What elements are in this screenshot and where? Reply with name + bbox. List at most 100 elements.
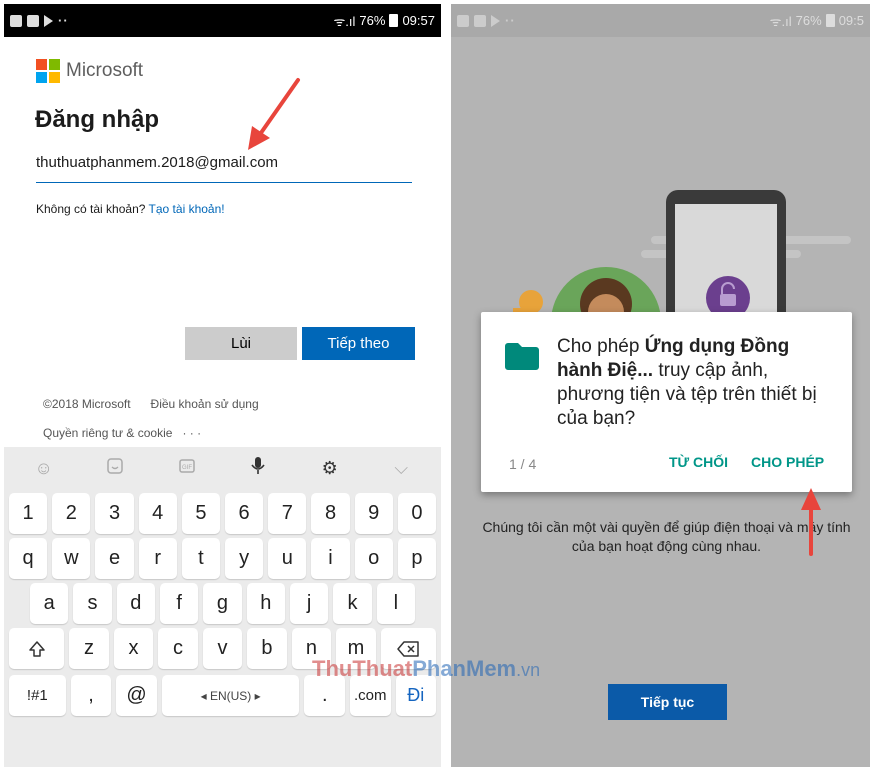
key[interactable]: 5 bbox=[181, 493, 221, 534]
more-options-button[interactable]: · · · bbox=[182, 426, 201, 440]
page-title: Đăng nhập bbox=[35, 106, 159, 133]
chevron-down-icon[interactable]: ⌵ bbox=[386, 458, 416, 479]
key[interactable]: 3 bbox=[95, 493, 134, 534]
microsoft-squares-icon bbox=[36, 59, 60, 83]
key[interactable]: n bbox=[291, 628, 332, 669]
shift-key[interactable] bbox=[9, 628, 65, 669]
microsoft-logo: Microsoft bbox=[36, 59, 143, 83]
settings-icon[interactable]: ⚙ bbox=[315, 458, 345, 479]
key[interactable]: m bbox=[336, 628, 376, 669]
key[interactable]: 2 bbox=[52, 493, 91, 534]
status-bar: ·· ᯤ.ıl 76% 09:57 bbox=[4, 4, 441, 37]
gallery-notification-icon bbox=[457, 14, 469, 27]
continue-button[interactable]: Tiếp tục bbox=[608, 684, 727, 720]
key[interactable]: t bbox=[181, 538, 221, 579]
key[interactable]: 9 bbox=[354, 493, 393, 534]
key[interactable]: b bbox=[247, 628, 287, 669]
microphone-icon[interactable] bbox=[243, 456, 273, 481]
copyright: ©2018 Microsoft bbox=[43, 397, 131, 411]
go-key[interactable]: Đi bbox=[395, 675, 437, 716]
battery-percent: 76% bbox=[359, 13, 386, 28]
key[interactable]: l bbox=[376, 583, 415, 624]
no-account-row: Không có tài khoản? Tạo tài khoản! bbox=[36, 202, 225, 216]
back-button[interactable]: Lùi bbox=[185, 327, 297, 360]
clock: 09:57 bbox=[402, 13, 435, 28]
dotcom-key[interactable]: .com bbox=[350, 675, 391, 716]
key[interactable]: y bbox=[225, 538, 264, 579]
permission-message: Cho phép Ứng dụng Đồng hành Điệ... truy … bbox=[557, 336, 817, 429]
sticker-icon[interactable] bbox=[100, 457, 130, 480]
right-phone-screen: ·· ᯤ.ıl 76% 09:5 Cho phép Ứng dụng Đồng … bbox=[451, 4, 870, 767]
keyboard-row-2: a s d f g h j k l bbox=[4, 583, 441, 624]
brand-name: Microsoft bbox=[66, 60, 144, 81]
key[interactable]: s bbox=[73, 583, 112, 624]
allow-button[interactable]: CHO PHÉP bbox=[751, 454, 824, 470]
footer-row-1: ©2018 Microsoft Điều khoản sử dụng bbox=[43, 397, 259, 411]
gallery-notification-icon bbox=[10, 14, 22, 27]
permission-dialog: Cho phép Ứng dụng Đồng hành Điệ... truy … bbox=[481, 312, 852, 492]
key[interactable]: q bbox=[9, 538, 48, 579]
keyboard-toolbar: ☺ GIF ⚙ ⌵ bbox=[4, 447, 441, 489]
period-key[interactable]: . bbox=[304, 675, 345, 716]
battery-icon bbox=[389, 14, 399, 27]
folder-icon bbox=[505, 343, 539, 370]
key[interactable]: k bbox=[333, 583, 372, 624]
privacy-link[interactable]: Quyền riêng tư & cookie bbox=[43, 426, 172, 440]
key[interactable]: c bbox=[158, 628, 198, 669]
battery-percent: 76% bbox=[795, 13, 822, 28]
backspace-icon bbox=[397, 640, 420, 657]
keyboard-row-3: z x c v b n m bbox=[4, 628, 441, 669]
key[interactable]: w bbox=[52, 538, 91, 579]
key[interactable]: h bbox=[246, 583, 285, 624]
key[interactable]: 0 bbox=[397, 493, 437, 534]
keyboard-row-numbers: 1 2 3 4 5 6 7 8 9 0 bbox=[4, 493, 441, 534]
key[interactable]: p bbox=[397, 538, 437, 579]
flipboard-notification-icon bbox=[27, 14, 39, 27]
no-account-text: Không có tài khoản? bbox=[36, 202, 149, 216]
key[interactable]: g bbox=[203, 583, 242, 624]
key[interactable]: z bbox=[69, 628, 109, 669]
keyboard-row-1: q w e r t y u i o p bbox=[4, 538, 441, 579]
key[interactable]: a bbox=[30, 583, 69, 624]
gif-icon[interactable]: GIF bbox=[172, 457, 202, 480]
on-screen-keyboard: ☺ GIF ⚙ ⌵ 1 2 3 4 5 6 7 8 9 0 q w e r t … bbox=[4, 447, 441, 767]
key[interactable]: 8 bbox=[311, 493, 350, 534]
key[interactable]: 4 bbox=[138, 493, 177, 534]
symbols-key[interactable]: !#1 bbox=[9, 675, 66, 716]
key[interactable]: f bbox=[159, 583, 199, 624]
key[interactable]: r bbox=[138, 538, 177, 579]
status-bar: ·· ᯤ.ıl 76% 09:5 bbox=[451, 4, 870, 37]
emoji-icon[interactable]: ☺ bbox=[29, 458, 59, 479]
key[interactable]: i bbox=[311, 538, 350, 579]
comma-key[interactable]: , bbox=[70, 675, 112, 716]
shift-icon bbox=[28, 640, 45, 657]
svg-text:GIF: GIF bbox=[182, 465, 192, 471]
more-notifications-icon: ·· bbox=[58, 13, 69, 28]
permission-description: Chúng tôi cần một vài quyền để giúp điện… bbox=[482, 519, 851, 554]
deny-button[interactable]: TỪ CHỐI bbox=[669, 454, 728, 470]
key[interactable]: o bbox=[354, 538, 393, 579]
key[interactable]: x bbox=[113, 628, 154, 669]
flipboard-notification-icon bbox=[474, 14, 486, 27]
key[interactable]: e bbox=[95, 538, 134, 579]
terms-link[interactable]: Điều khoản sử dụng bbox=[151, 397, 259, 411]
play-notification-icon bbox=[491, 14, 500, 27]
key[interactable]: u bbox=[268, 538, 307, 579]
create-account-link[interactable]: Tạo tài khoản! bbox=[149, 202, 225, 216]
key[interactable]: 1 bbox=[9, 493, 48, 534]
key[interactable]: 6 bbox=[225, 493, 264, 534]
key[interactable]: d bbox=[116, 583, 155, 624]
key[interactable]: v bbox=[202, 628, 243, 669]
footer-row-2: Quyền riêng tư & cookie · · · bbox=[43, 426, 201, 440]
battery-icon bbox=[825, 14, 835, 27]
key[interactable]: j bbox=[289, 583, 329, 624]
next-button[interactable]: Tiếp theo bbox=[302, 327, 415, 360]
permission-pager: 1 / 4 bbox=[509, 456, 537, 472]
email-field[interactable]: thuthuatphanmem.2018@gmail.com bbox=[36, 154, 412, 183]
backspace-key[interactable] bbox=[380, 628, 436, 669]
more-notifications-icon: ·· bbox=[505, 13, 516, 28]
play-notification-icon bbox=[44, 14, 53, 27]
key[interactable]: 7 bbox=[268, 493, 307, 534]
at-key[interactable]: @ bbox=[116, 675, 157, 716]
space-key[interactable]: ◂ EN(US) ▸ bbox=[161, 675, 300, 716]
